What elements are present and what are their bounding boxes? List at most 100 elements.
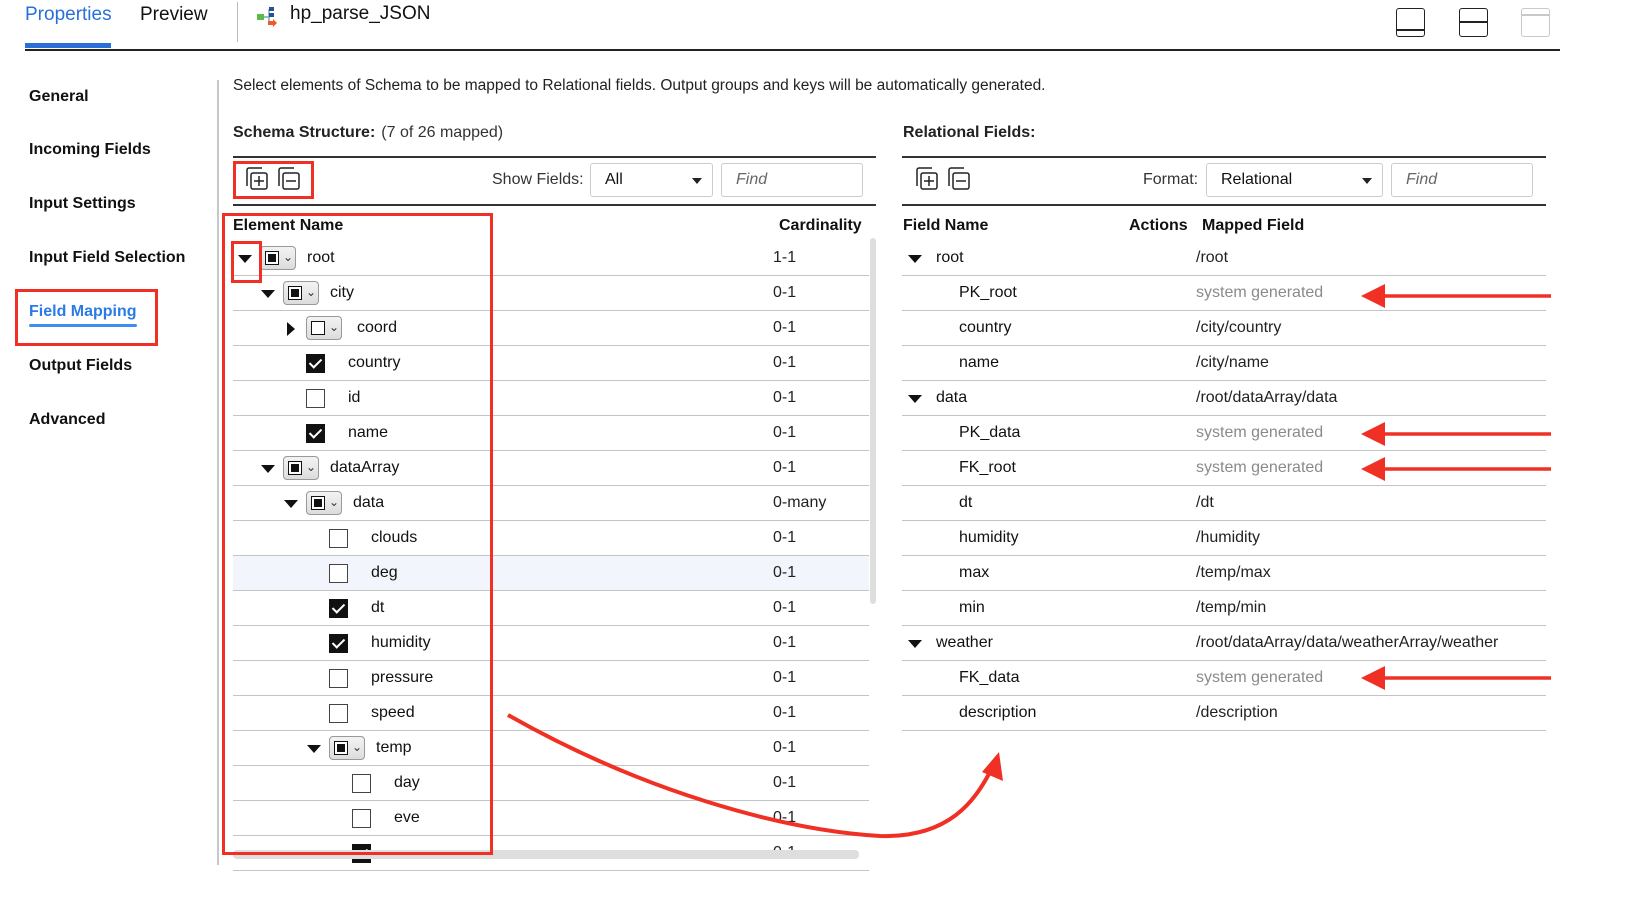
sidebar-item-output-fields[interactable]: Output Fields [29,357,132,375]
caret-down-icon[interactable] [238,255,252,263]
checkbox-full-icon [288,461,302,475]
schema-row-dataArray[interactable]: ⌄ dataArray 0-1 [233,451,869,486]
schema-row-pressure[interactable]: pressure 0-1 [233,661,869,696]
sidebar-item-input-settings[interactable]: Input Settings [29,195,136,213]
expand-all-icon[interactable] [244,166,270,192]
schema-row-coord[interactable]: ⌄ coord 0-1 [233,311,869,346]
schema-row-day[interactable]: day 0-1 [233,766,869,801]
format-dropdown[interactable]: Relational [1206,163,1383,197]
element-name: eve [394,809,420,826]
caret-down-icon[interactable] [261,290,275,298]
checkbox-unchecked[interactable] [329,704,348,723]
show-fields-dropdown[interactable]: All [590,163,713,197]
schema-vertical-scrollbar[interactable] [870,238,876,604]
collapse-all-icon[interactable] [946,166,972,192]
caret-down-icon[interactable] [908,640,922,648]
mapped-field-path: /city/country [1196,319,1282,336]
mapped-field-path: /temp/max [1196,564,1271,581]
cardinality-value: 1-1 [773,249,797,266]
schema-row-root[interactable]: ⌄ root 1-1 [233,241,869,276]
sidebar-divider [217,80,219,865]
checkbox-unchecked[interactable] [352,774,371,793]
relational-row-FK_root[interactable]: FK_root system generated [902,451,1546,486]
chevron-down-icon [692,178,702,184]
mapped-field-header[interactable]: Mapped Field [1202,217,1304,235]
layout-panel-split-button[interactable] [1459,8,1488,37]
chevron-down-icon: ⌄ [306,285,317,299]
schema-row-id[interactable]: id 0-1 [233,381,869,416]
layout-panel-top-button[interactable] [1521,8,1550,37]
sidebar-item-input-field-selection[interactable]: Input Field Selection [29,249,185,267]
schema-row-clouds[interactable]: clouds 0-1 [233,521,869,556]
relational-row-min[interactable]: min/temp/min [902,591,1546,626]
schema-row-temp[interactable]: ⌄ temp 0-1 [233,731,869,766]
caret-down-icon[interactable] [284,500,298,508]
schema-row-city[interactable]: ⌄ city 0-1 [233,276,869,311]
checkbox-unchecked[interactable] [329,669,348,688]
cardinality-header[interactable]: Cardinality [779,217,862,235]
caret-down-icon[interactable] [261,465,275,473]
checkbox-unchecked[interactable] [306,389,325,408]
layout-panel-bottom-button[interactable] [1396,8,1425,37]
element-name: dataArray [330,459,400,476]
sidebar-item-incoming-fields[interactable]: Incoming Fields [29,141,151,159]
caret-down-icon[interactable] [307,745,321,753]
schema-row-humidity[interactable]: humidity 0-1 [233,626,869,661]
checkbox-checked[interactable] [329,634,348,653]
relational-row-humidity[interactable]: humidity/humidity [902,521,1546,556]
tab-preview[interactable]: Preview [140,4,208,26]
caret-down-icon[interactable] [908,395,922,403]
schema-row-name[interactable]: name 0-1 [233,416,869,451]
caret-right-icon[interactable] [287,322,295,336]
relational-row-name[interactable]: name/city/name [902,346,1546,381]
schema-row-country[interactable]: country 0-1 [233,346,869,381]
caret-down-icon[interactable] [908,255,922,263]
relational-row-weather[interactable]: weather/root/dataArray/data/weatherArray… [902,626,1546,661]
schema-row-speed[interactable]: speed 0-1 [233,696,869,731]
checkbox-checked[interactable] [306,424,325,443]
schema-row-dt[interactable]: dt 0-1 [233,591,869,626]
element-name-header[interactable]: Element Name [233,217,343,235]
group-select-dropdown[interactable]: ⌄ [306,491,342,515]
checkbox-unchecked[interactable] [329,529,348,548]
schema-row-data[interactable]: ⌄ data 0-many [233,486,869,521]
relational-find-input[interactable] [1391,163,1533,197]
checkbox-checked[interactable] [329,599,348,618]
field-name-header[interactable]: Field Name [903,217,988,235]
expand-all-icon[interactable] [914,166,940,192]
field-name: PK_root [959,284,1017,301]
relational-row-root[interactable]: root/root [902,241,1546,276]
group-select-dropdown[interactable]: ⌄ [306,316,342,340]
header-divider [25,49,1560,51]
collapse-all-icon[interactable] [276,166,302,192]
group-select-dropdown[interactable]: ⌄ [283,456,319,480]
checkbox-unchecked[interactable] [352,809,371,828]
relational-row-data[interactable]: data/root/dataArray/data [902,381,1546,416]
relational-row-description[interactable]: description/description [902,696,1546,731]
sidebar-item-field-mapping[interactable]: Field Mapping [29,303,137,327]
schema-horizontal-scrollbar[interactable] [233,850,859,859]
group-select-dropdown[interactable]: ⌄ [283,281,319,305]
checkbox-checked[interactable] [306,354,325,373]
mapped-field-path: /root/dataArray/data/weatherArray/weathe… [1196,634,1499,651]
cardinality-value: 0-1 [773,739,797,756]
tab-properties[interactable]: Properties [25,4,112,26]
sidebar-item-general[interactable]: General [29,88,89,106]
relational-row-PK_root[interactable]: PK_root system generated [902,276,1546,311]
group-select-dropdown[interactable]: ⌄ [329,736,365,760]
schema-find-input[interactable] [721,163,863,197]
checkbox-unchecked[interactable] [329,564,348,583]
relational-fields-tree: root/root PK_root system generated country /… [902,241,1546,731]
relational-row-PK_data[interactable]: PK_data system generated [902,416,1546,451]
relational-row-FK_data[interactable]: FK_data system generated [902,661,1546,696]
system-generated-label: system generated [1196,669,1324,686]
schema-row-deg[interactable]: deg 0-1 [233,556,869,591]
field-name: country [959,319,1012,336]
sidebar-item-advanced[interactable]: Advanced [29,411,105,429]
relational-row-max[interactable]: max/temp/max [902,556,1546,591]
group-select-dropdown[interactable]: ⌄ [260,246,296,270]
relational-row-dt[interactable]: dt/dt [902,486,1546,521]
element-name: dt [371,599,385,616]
relational-row-country[interactable]: country/city/country [902,311,1546,346]
schema-row-eve[interactable]: eve 0-1 [233,801,869,836]
